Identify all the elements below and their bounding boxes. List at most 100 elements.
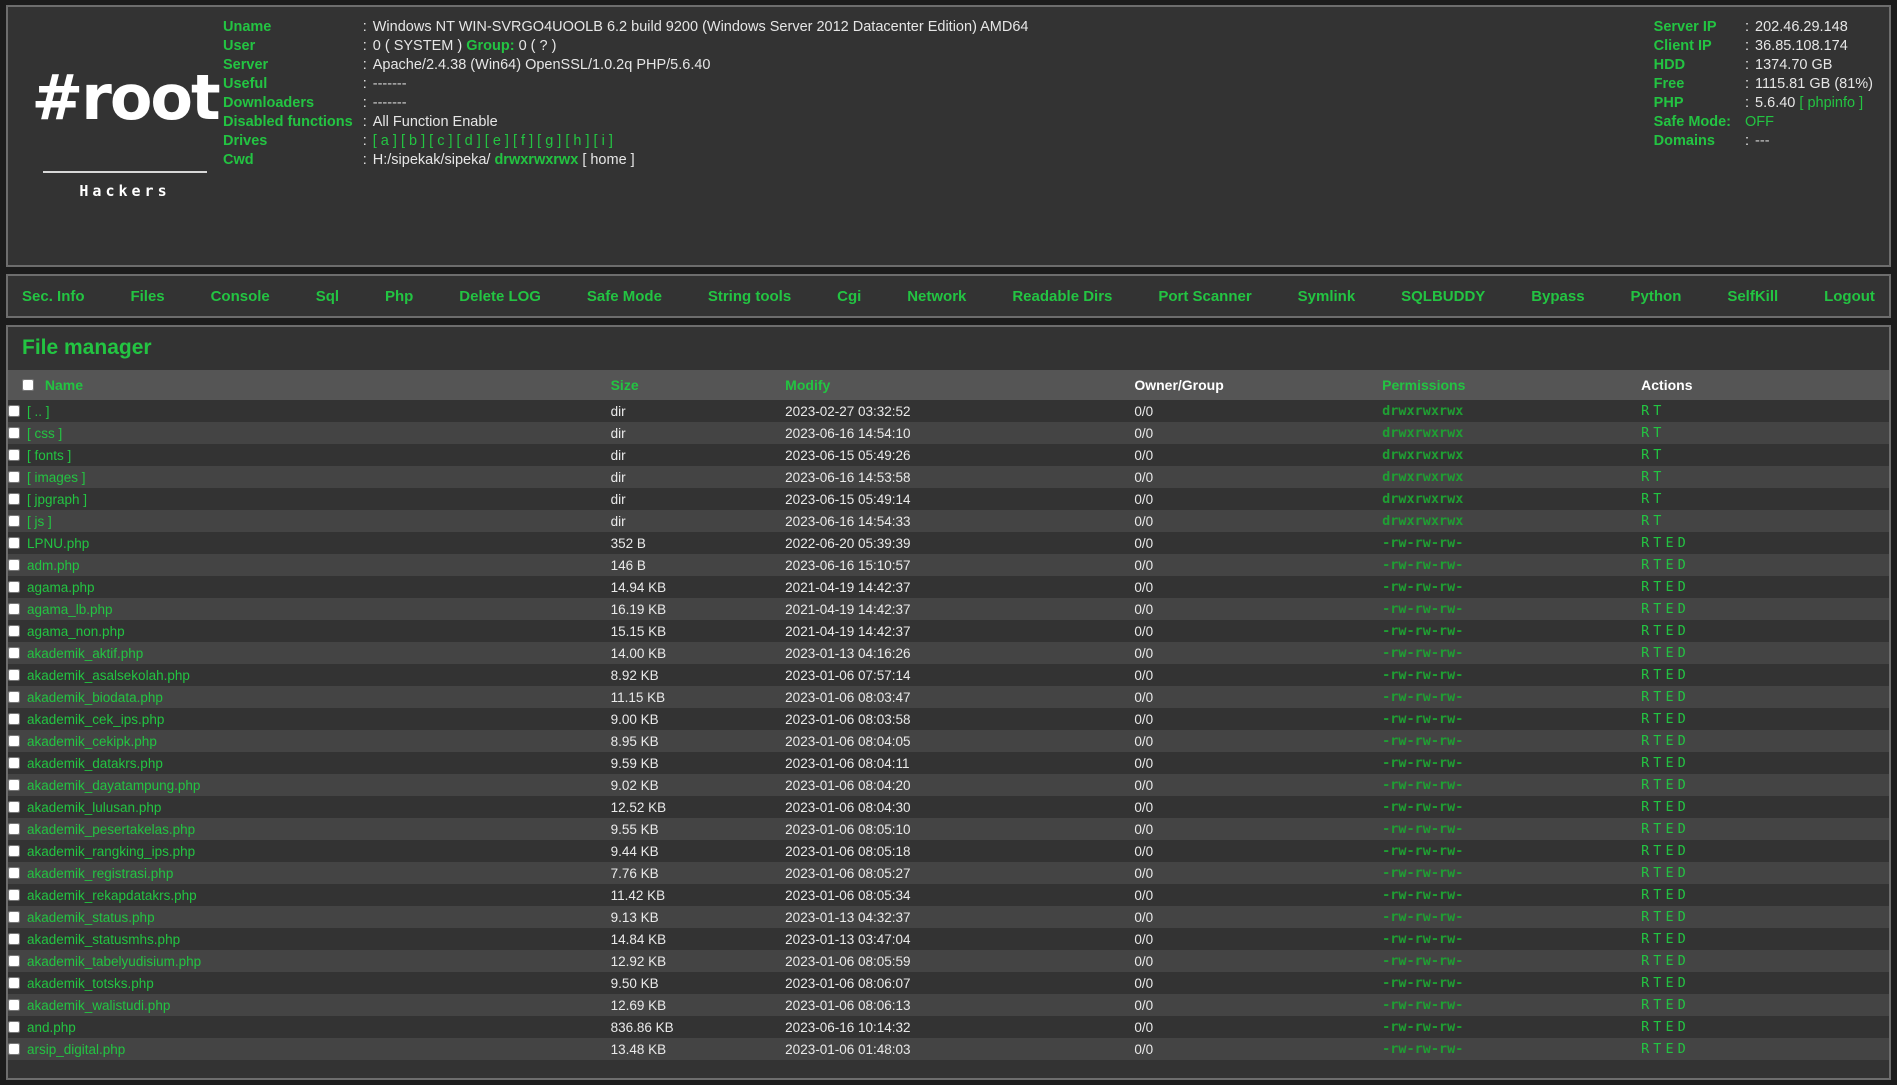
file-link[interactable]: adm.php [27,558,80,573]
action-read[interactable]: R [1641,733,1649,749]
row-select-checkbox[interactable] [8,624,20,637]
file-link[interactable]: agama_lb.php [27,602,113,617]
action-touch[interactable]: T [1653,1041,1661,1057]
sort-by-modify[interactable]: Modify [785,377,830,393]
action-edit[interactable]: E [1665,579,1673,595]
row-select-checkbox[interactable] [8,910,20,923]
file-link[interactable]: akademik_aktif.php [27,646,143,661]
file-link[interactable]: LPNU.php [27,536,89,551]
file-link[interactable]: akademik_rekapdatakrs.php [27,888,197,903]
file-link[interactable]: akademik_cek_ips.php [27,712,164,727]
nav-item-files[interactable]: Files [130,286,164,307]
action-edit[interactable]: E [1665,777,1673,793]
action-edit[interactable]: E [1665,667,1673,683]
action-touch[interactable]: T [1653,689,1661,705]
action-touch[interactable]: T [1653,645,1661,661]
action-touch[interactable]: T [1653,887,1661,903]
action-touch[interactable]: T [1653,909,1661,925]
nav-item-bypass[interactable]: Bypass [1531,286,1584,307]
info-value-drives[interactable]: :[ a ] [ b ] [ c ] [ d ] [ e ] [ f ] [ g… [363,134,1029,153]
row-select-checkbox[interactable] [8,470,20,483]
action-edit[interactable]: E [1665,953,1673,969]
action-edit[interactable]: E [1665,843,1673,859]
action-read[interactable]: R [1641,755,1649,771]
file-link[interactable]: akademik_dayatampung.php [27,778,200,793]
file-link[interactable]: akademik_asalsekolah.php [27,668,190,683]
action-touch[interactable]: T [1653,865,1661,881]
action-edit[interactable]: E [1665,601,1673,617]
action-touch[interactable]: T [1653,843,1661,859]
directory-link[interactable]: [ fonts ] [27,448,71,463]
nav-item-symlink[interactable]: Symlink [1298,286,1356,307]
action-touch[interactable]: T [1653,425,1661,441]
phpinfo-link[interactable]: [ phpinfo ] [1799,95,1863,111]
file-link[interactable]: akademik_pesertakelas.php [27,822,195,837]
action-edit[interactable]: E [1665,1041,1673,1057]
action-read[interactable]: R [1641,535,1649,551]
row-select-checkbox[interactable] [8,734,20,747]
row-select-checkbox[interactable] [8,844,20,857]
action-touch[interactable]: T [1653,975,1661,991]
row-select-checkbox[interactable] [8,888,20,901]
action-read[interactable]: R [1641,623,1649,639]
action-read[interactable]: R [1641,799,1649,815]
action-delete[interactable]: D [1678,755,1686,771]
action-touch[interactable]: T [1653,777,1661,793]
sort-by-permissions[interactable]: Permissions [1382,377,1465,393]
select-all-checkbox[interactable] [22,378,34,391]
action-read[interactable]: R [1641,557,1649,573]
action-touch[interactable]: T [1653,997,1661,1013]
file-link[interactable]: akademik_registrasi.php [27,866,173,881]
directory-link[interactable]: [ css ] [27,426,62,441]
action-read[interactable]: R [1641,865,1649,881]
action-edit[interactable]: E [1665,799,1673,815]
action-touch[interactable]: T [1653,579,1661,595]
action-delete[interactable]: D [1678,645,1686,661]
sort-by-size[interactable]: Size [611,377,639,393]
action-touch[interactable]: T [1653,557,1661,573]
action-touch[interactable]: T [1653,821,1661,837]
nav-item-string-tools[interactable]: String tools [708,286,791,307]
row-select-checkbox[interactable] [8,954,20,967]
action-delete[interactable]: D [1678,579,1686,595]
action-delete[interactable]: D [1678,535,1686,551]
action-delete[interactable]: D [1678,601,1686,617]
action-delete[interactable]: D [1678,997,1686,1013]
action-edit[interactable]: E [1665,909,1673,925]
file-link[interactable]: akademik_lulusan.php [27,800,161,815]
action-delete[interactable]: D [1678,711,1686,727]
row-select-checkbox[interactable] [8,426,20,439]
nav-item-sec-info[interactable]: Sec. Info [22,286,85,307]
action-read[interactable]: R [1641,403,1649,419]
action-read[interactable]: R [1641,777,1649,793]
row-select-checkbox[interactable] [8,558,20,571]
action-delete[interactable]: D [1678,821,1686,837]
row-select-checkbox[interactable] [8,800,20,813]
file-link[interactable]: akademik_rangking_ips.php [27,844,195,859]
row-select-checkbox[interactable] [8,580,20,593]
action-read[interactable]: R [1641,711,1649,727]
action-read[interactable]: R [1641,425,1649,441]
action-edit[interactable]: E [1665,865,1673,881]
row-select-checkbox[interactable] [8,778,20,791]
action-touch[interactable]: T [1653,447,1661,463]
cwd-home-link[interactable]: [ home ] [582,152,634,168]
action-delete[interactable]: D [1678,799,1686,815]
action-edit[interactable]: E [1665,887,1673,903]
action-edit[interactable]: E [1665,931,1673,947]
row-select-checkbox[interactable] [8,646,20,659]
nav-item-cgi[interactable]: Cgi [837,286,861,307]
action-read[interactable]: R [1641,1019,1649,1035]
row-select-checkbox[interactable] [8,514,20,527]
action-delete[interactable]: D [1678,953,1686,969]
file-link[interactable]: akademik_biodata.php [27,690,163,705]
row-select-checkbox[interactable] [8,712,20,725]
action-touch[interactable]: T [1653,535,1661,551]
row-select-checkbox[interactable] [8,1020,20,1033]
file-link[interactable]: akademik_tabelyudisium.php [27,954,201,969]
action-edit[interactable]: E [1665,975,1673,991]
action-read[interactable]: R [1641,469,1649,485]
action-read[interactable]: R [1641,447,1649,463]
action-delete[interactable]: D [1678,667,1686,683]
action-edit[interactable]: E [1665,623,1673,639]
